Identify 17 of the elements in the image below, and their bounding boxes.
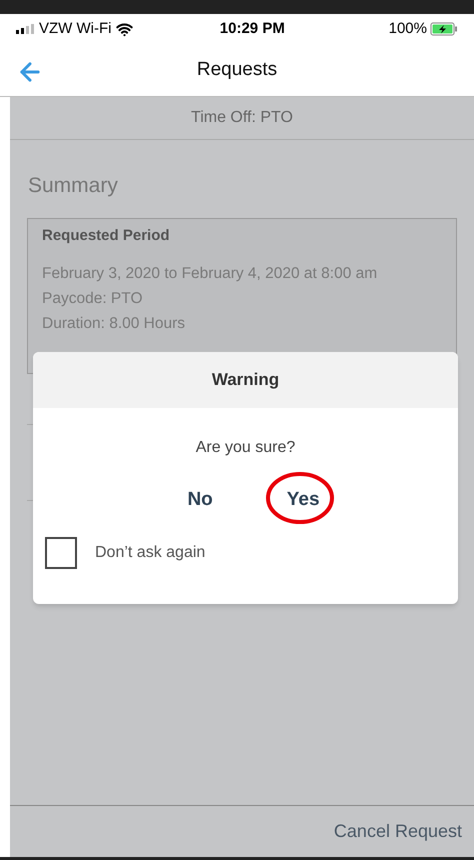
dialog-title: Warning	[212, 369, 280, 392]
checkbox[interactable]	[45, 536, 77, 568]
dialog-message: Are you sure?	[196, 438, 296, 458]
page-title: Requests	[196, 58, 278, 82]
card-title: Requested Period	[42, 226, 171, 246]
clock-time: 10:29 PM	[218, 18, 286, 39]
signal-icon	[16, 24, 34, 34]
checkbox-label: Don’t ask again	[95, 542, 206, 562]
summary-heading: Summary	[28, 173, 119, 199]
wifi-icon	[116, 20, 134, 38]
battery-percent: 100%	[388, 18, 427, 39]
carrier-label: VZW Wi-Fi	[39, 18, 112, 39]
card-line: Duration: 8.00 Hours	[42, 314, 186, 334]
card-line: Paycode: PTO	[42, 289, 144, 309]
card-line: February 3, 2020 to February 4, 2020 at 8:00 am	[42, 264, 378, 284]
dialog-button[interactable]: No	[175, 482, 225, 518]
cancel-request-button[interactable]: Cancel Request	[334, 818, 462, 845]
